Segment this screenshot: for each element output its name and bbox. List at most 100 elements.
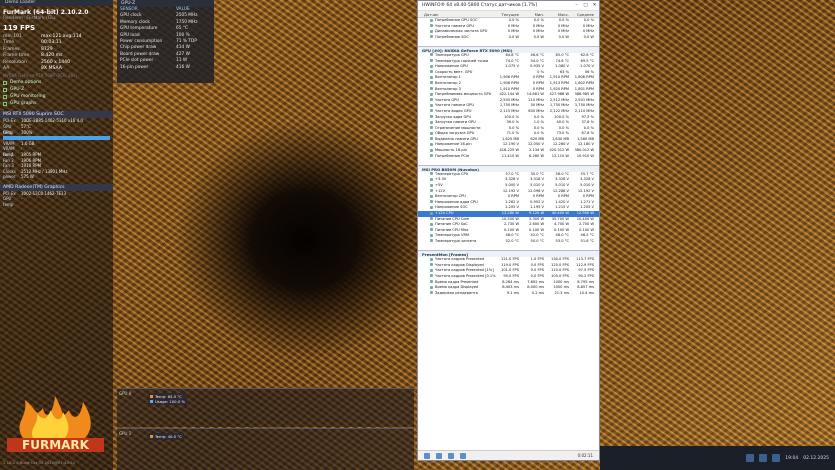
sensor-label: Ограничение мощности xyxy=(435,125,481,130)
sensor-group-header[interactable]: MSI PRO B650M (Nuvoton) xyxy=(418,164,599,172)
sensor-icon xyxy=(430,115,433,118)
gpu1-usage: GPU usage100% xyxy=(3,129,33,141)
sensor-value: 0.0 W xyxy=(508,34,519,39)
options-checklist: Demo options GPU-Z GPU monitoring GPU graph… xyxy=(0,79,113,107)
sensor-icon xyxy=(430,205,433,209)
sensor-label: Напряжение ядра CPU xyxy=(435,199,478,204)
sensor-icon xyxy=(430,285,433,289)
sensor-icon xyxy=(430,228,433,232)
sensor-value: 11.410 W xyxy=(501,153,519,158)
checkbox-icon[interactable] xyxy=(3,101,7,106)
option-checkbox[interactable]: Demo options xyxy=(0,79,113,86)
col-min[interactable]: Мин. xyxy=(521,11,546,17)
tray-icon[interactable] xyxy=(759,454,768,462)
gpu2-header: AMD Radeon(TM) Graphics xyxy=(0,183,113,191)
sensor-row[interactable]: Температура чипсета 52.0 °C 50.0 °C 53.0 °C… xyxy=(418,239,599,245)
sensor-label: Питание CPU SoC xyxy=(435,222,468,227)
checkbox-icon[interactable] xyxy=(3,87,7,92)
col-avg[interactable]: Среднее xyxy=(571,11,596,17)
back-icon[interactable] xyxy=(424,452,430,459)
sensor-label: Вентилятор 1 xyxy=(435,75,461,80)
sensor-label: Время кадра Presented xyxy=(435,279,479,284)
sensor-label: Вентилятор 2 xyxy=(435,80,461,85)
sensor-icon xyxy=(430,87,433,91)
forward-icon[interactable] xyxy=(436,452,442,459)
sensor-icon xyxy=(430,35,433,39)
sensor-icon xyxy=(430,120,433,124)
sensor-table[interactable]: Потребление GPU SOC 0.0 % 0.0 % 0.0 % 0.0 % Ч… xyxy=(418,18,599,302)
col-current[interactable]: Текущее xyxy=(496,11,521,17)
sensor-icon xyxy=(430,92,433,96)
sensor-icon xyxy=(430,263,433,267)
option-checkbox[interactable]: GPU monitoring xyxy=(0,93,113,100)
sensor-icon xyxy=(430,142,433,146)
date[interactable]: 02.12.2025 xyxy=(803,456,829,461)
sensor-value: 50.0 °C xyxy=(530,238,544,243)
sensor-icon xyxy=(430,257,433,261)
tray-icon[interactable] xyxy=(746,454,755,462)
option-checkbox[interactable]: GPU graphs xyxy=(0,100,113,107)
table-header: Датчик Текущее Мин. Макс. Среднее xyxy=(418,11,599,18)
graph-legend: Temp: 40.0 °C xyxy=(148,433,184,440)
col-max[interactable]: Макс. xyxy=(546,11,571,17)
option-checkbox[interactable]: GPU-Z xyxy=(0,86,113,93)
sensor-value: 9.1 ms xyxy=(506,290,519,295)
sensor-label: Питание CPU Core xyxy=(435,216,470,221)
tray-icon[interactable] xyxy=(772,454,781,462)
sensor-value: 53.0 °C xyxy=(555,238,569,243)
sensor-icon xyxy=(430,222,433,226)
checkbox-icon[interactable] xyxy=(3,94,7,99)
sensor-icon xyxy=(430,18,433,22)
sensor-label: +5V xyxy=(435,183,443,188)
sensor-icon xyxy=(430,239,433,243)
sensor-value: 51.6 °C xyxy=(580,238,594,243)
sensor-label: Скорость вент. GPU xyxy=(435,69,473,74)
hwinfo-window[interactable]: HWiNFO® 64 v8.40-5800 Статус датчиков [1… xyxy=(417,0,600,461)
sensor-icon xyxy=(430,103,433,107)
sensor-label: Вентилятор CPU xyxy=(435,194,466,199)
gpu1-rows: VRAM 1.6 GB VRAM temp - Fan 1 1905 RPM Fan 2 19… xyxy=(0,141,113,180)
sensor-group-header[interactable]: GPU [#0]: NVIDIA GeForce RTX 5090 (MSI) xyxy=(418,45,599,53)
graph-label: GPU 1 xyxy=(119,431,132,436)
sensor-label: Время кадра Displayed xyxy=(435,285,479,290)
sensor-label: Напряжение 16-pin xyxy=(435,142,472,147)
sensor-group-header[interactable]: PresentMon [Frames] xyxy=(418,250,599,258)
sensor-row[interactable]: Задержка рендеринга 9.1 ms 0.2 ms 21.3 ms 10… xyxy=(418,291,599,297)
sensor-label: Вентилятор 3 xyxy=(435,86,461,91)
sensor-icon xyxy=(430,29,433,33)
sensor-label: Потребление PCIe xyxy=(435,153,470,158)
sensor-icon xyxy=(430,189,433,193)
furmark-title: FurMark (64-bit) 2.10.2.0 xyxy=(3,9,89,16)
gpu-usage-bar xyxy=(3,135,110,140)
sensor-label: Частота кадров Presented [0.1%] xyxy=(435,273,496,278)
reset-icon[interactable] xyxy=(460,452,466,459)
gpuz-table: SENSOR VALUE GPU clock 2505 MHz Memory clock… xyxy=(117,7,214,71)
sensor-row[interactable]: Потребление PCIe 11.410 W 6.280 W 12.110 W 1… xyxy=(418,154,599,160)
settings-icon[interactable] xyxy=(448,452,454,459)
sensor-label: Температура чипсета xyxy=(435,238,477,243)
maximize-icon[interactable]: □ xyxy=(581,1,590,10)
col-sensor[interactable]: Датчик xyxy=(418,11,496,17)
sensor-icon xyxy=(430,268,433,272)
option-label: GPU-Z xyxy=(10,87,25,93)
sensor-value: 52.0 °C xyxy=(505,238,519,243)
sensor-label: Динамическая частота GPU xyxy=(435,29,488,34)
sensor-label: Напряжение SOC xyxy=(435,205,468,210)
gpuz-header: GPU-Z xyxy=(117,0,214,7)
sensor-icon xyxy=(430,126,433,130)
sensor-row[interactable]: Потребление SOC 0.0 W 0.0 W 0.0 W 0.0 W xyxy=(418,35,599,41)
hwinfo-titlebar[interactable]: HWiNFO® 64 v8.40-5800 Статус датчиков [1… xyxy=(418,1,599,11)
sensor-label: Частота GPU xyxy=(435,97,459,102)
clock[interactable]: 19:04 xyxy=(785,456,798,461)
sensor-label: Частота кадров Presented xyxy=(435,257,484,262)
sensor-label: Мощность 16-pin xyxy=(435,148,467,153)
sensor-label: Частота кадров Displayed xyxy=(435,262,484,267)
sensor-label: Загрузка памяти GPU xyxy=(435,120,476,125)
minimize-icon[interactable]: – xyxy=(572,1,581,10)
sensor-icon xyxy=(430,233,433,237)
checkbox-icon[interactable] xyxy=(3,80,7,85)
sensor-label: Температура CPU xyxy=(435,171,469,176)
sensor-name: Потребление SOC xyxy=(418,35,496,41)
close-icon[interactable]: ✕ xyxy=(590,1,599,10)
sensor-icon xyxy=(430,217,433,221)
